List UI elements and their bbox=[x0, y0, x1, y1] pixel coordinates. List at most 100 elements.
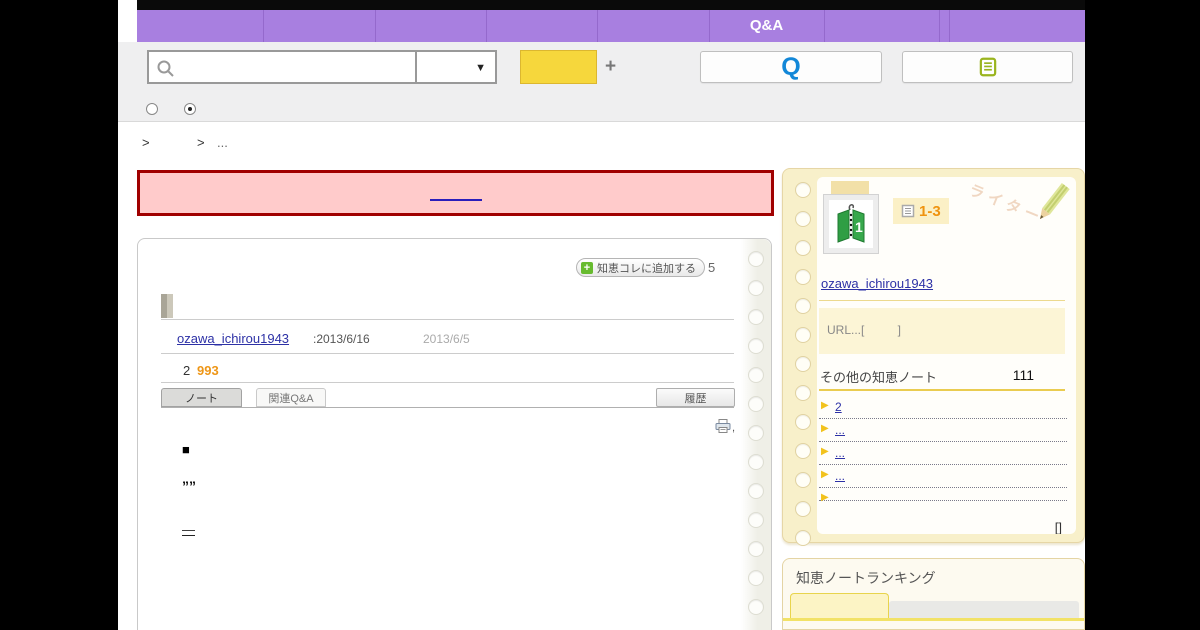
arrow-right-icon: ▶ bbox=[821, 423, 829, 434]
ring-hole-icon bbox=[795, 472, 811, 488]
note-link[interactable]: ... bbox=[835, 423, 845, 437]
body-bullet-square: ■ bbox=[182, 442, 190, 457]
ring-hole-icon bbox=[795, 356, 811, 372]
printer-suffix: , bbox=[732, 422, 736, 434]
url-info-box: URL...[ ] bbox=[819, 308, 1065, 354]
ring-hole-icon bbox=[795, 298, 811, 314]
ring-hole-icon bbox=[795, 182, 811, 198]
arrow-right-icon: ▶ bbox=[821, 446, 829, 457]
ring-hole-icon bbox=[748, 599, 764, 615]
ring-hole-icon bbox=[795, 240, 811, 256]
search-scope-dropdown[interactable]: ▼ bbox=[417, 52, 495, 82]
radio-option-2[interactable] bbox=[184, 103, 196, 115]
divider-line bbox=[161, 382, 734, 383]
body-dash-link[interactable]: — bbox=[182, 522, 195, 537]
created-date: 2013/6/5 bbox=[423, 332, 470, 346]
collection-count: 5 bbox=[708, 260, 716, 275]
tab-related-qa[interactable]: 関連Q&A bbox=[256, 388, 326, 407]
ranking-tab-underline bbox=[783, 618, 1084, 621]
note-link[interactable]: 2 bbox=[835, 400, 842, 414]
note-link[interactable]: ... bbox=[835, 446, 845, 460]
breadcrumb-separator: > bbox=[142, 135, 150, 150]
alert-link[interactable] bbox=[429, 198, 482, 201]
ranking-title: 知恵ノートランキング bbox=[796, 570, 936, 586]
updated-date: :2013/6/16 bbox=[313, 332, 370, 346]
note-icon bbox=[979, 57, 996, 77]
sidebar-accent-line bbox=[819, 389, 1065, 391]
other-notes-label: その他の知恵ノート bbox=[820, 370, 938, 385]
add-to-collection-button[interactable]: + 知恵コレに追加する bbox=[576, 258, 705, 277]
ring-hole-icon bbox=[748, 425, 764, 441]
list-item: ▶ ... bbox=[819, 419, 1067, 442]
note-link[interactable]: ... bbox=[835, 469, 845, 483]
tab-baseline bbox=[161, 407, 734, 408]
search-submit-button[interactable] bbox=[520, 50, 597, 84]
radio-option-1[interactable] bbox=[146, 103, 158, 115]
other-notes-count: 111 bbox=[1012, 367, 1034, 383]
ring-hole-icon bbox=[795, 414, 811, 430]
arrow-right-icon: ▶ bbox=[821, 469, 829, 480]
ring-hole-icon bbox=[795, 530, 811, 546]
green-book-icon: 1 bbox=[837, 204, 865, 243]
chie-note-button[interactable] bbox=[902, 51, 1073, 83]
nav-divider bbox=[375, 10, 376, 42]
qa-home-button[interactable]: Q bbox=[700, 51, 882, 83]
ring-hole-icon bbox=[748, 396, 764, 412]
ring-hole-icon bbox=[795, 501, 811, 517]
note-count-badge: 1-3 bbox=[893, 198, 949, 224]
main-nav-bar: Q&A bbox=[137, 10, 1085, 42]
search-header: ▼ + Q bbox=[118, 42, 1085, 122]
note-article-card: + 知恵コレに追加する 5 ozawa_ichirou1943 :2013/6/… bbox=[137, 238, 772, 630]
arrow-right-icon: ▶ bbox=[821, 492, 829, 503]
chiebukuro-q-logo-icon: Q bbox=[781, 52, 801, 81]
ring-hole-icon bbox=[795, 211, 811, 227]
ring-hole-icon bbox=[748, 483, 764, 499]
sidebar-panel: 1 1-3 ライター ozawa_ichirou1943 URL...[] そ… bbox=[817, 177, 1076, 534]
ring-hole-icon bbox=[748, 454, 764, 470]
sidebar-divider bbox=[819, 300, 1065, 301]
advanced-search-plus[interactable]: + bbox=[605, 50, 616, 84]
note-ranking-section: 知恵ノートランキング bbox=[782, 558, 1085, 630]
list-item: ▶ 2 bbox=[819, 396, 1067, 419]
notebook-ring-strip bbox=[741, 239, 771, 630]
list-item: ▶ ... bbox=[819, 442, 1067, 465]
sidebar-username-link[interactable]: ozawa_ichirou1943 bbox=[821, 276, 933, 291]
plus-icon: + bbox=[581, 261, 593, 274]
sidebar-ring-strip bbox=[795, 182, 811, 546]
breadcrumb-current: ... bbox=[217, 135, 228, 150]
divider-line bbox=[161, 319, 734, 320]
avatar[interactable]: 1 bbox=[823, 194, 879, 254]
nav-divider bbox=[597, 10, 598, 42]
ranking-tab-active[interactable] bbox=[790, 593, 889, 618]
author-link[interactable]: ozawa_ichirou1943 bbox=[177, 331, 289, 346]
add-collection-label: 知恵コレに追加する bbox=[597, 262, 696, 275]
nav-divider bbox=[263, 10, 264, 42]
view-all-link[interactable]: [] bbox=[1055, 520, 1062, 534]
ring-hole-icon bbox=[748, 280, 764, 296]
chevron-down-icon: ▼ bbox=[475, 62, 486, 74]
history-button[interactable]: 履歴 bbox=[656, 388, 735, 407]
title-marker bbox=[161, 294, 173, 318]
ring-hole-icon bbox=[748, 338, 764, 354]
top-black-strip bbox=[137, 0, 1085, 10]
other-notes-list: ▶ 2 ▶ ... ▶ ... ▶ ... ▶ bbox=[819, 396, 1067, 503]
nav-tab-qa[interactable]: Q&A bbox=[709, 10, 824, 42]
ring-hole-icon bbox=[795, 443, 811, 459]
list-item: ▶ ... bbox=[819, 465, 1067, 488]
ring-hole-icon bbox=[748, 251, 764, 267]
url-text: URL...[ ] bbox=[827, 323, 902, 337]
svg-text:1: 1 bbox=[855, 219, 863, 235]
divider-line bbox=[161, 353, 734, 354]
nav-divider bbox=[486, 10, 487, 42]
tab-note[interactable]: ノート bbox=[161, 388, 242, 407]
search-bar-group: ▼ bbox=[147, 50, 497, 84]
ranking-tab-inactive[interactable] bbox=[889, 601, 1079, 618]
notice-alert-box bbox=[137, 170, 774, 216]
search-input[interactable] bbox=[149, 52, 415, 82]
printer-icon[interactable] bbox=[715, 419, 731, 433]
ring-hole-icon bbox=[748, 541, 764, 557]
ring-hole-icon bbox=[748, 570, 764, 586]
search-icon bbox=[157, 60, 174, 77]
ring-hole-icon bbox=[795, 327, 811, 343]
ring-hole-icon bbox=[748, 309, 764, 325]
